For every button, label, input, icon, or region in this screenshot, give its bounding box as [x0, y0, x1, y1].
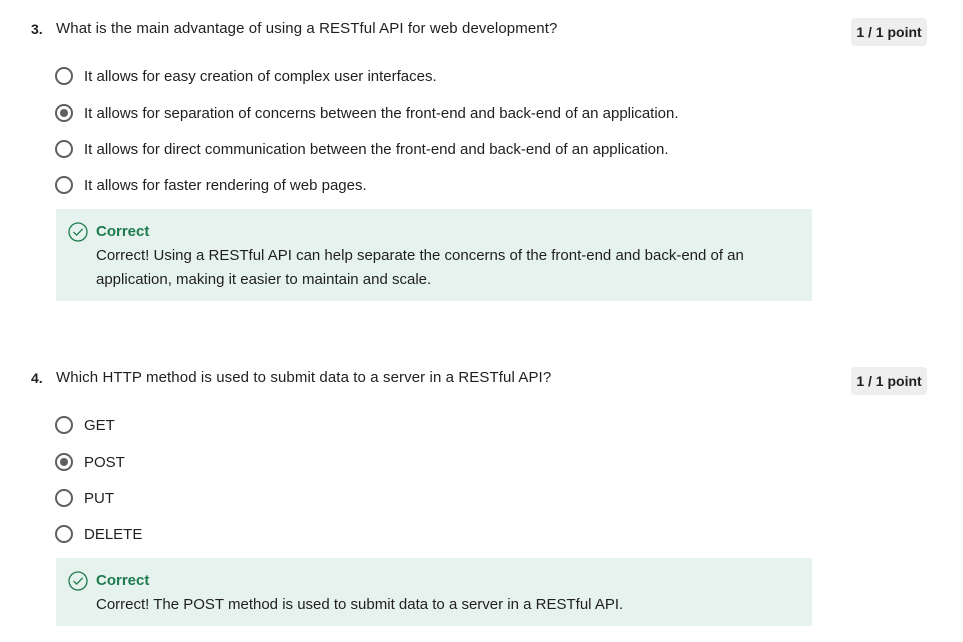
option-label: It allows for faster rendering of web pa…	[84, 176, 367, 194]
option-radio[interactable]: It allows for direct communication betwe…	[54, 137, 669, 161]
option-radio[interactable]: PUT	[54, 486, 114, 510]
check-circle-icon	[68, 571, 88, 591]
feedback-text: Correct! The POST method is used to subm…	[96, 596, 624, 613]
feedback-title: Correct	[96, 572, 150, 589]
points-badge: 1 / 1 point	[851, 18, 927, 46]
radio-button[interactable]	[55, 525, 73, 543]
question-text: What is the main advantage of using a RE…	[56, 20, 558, 37]
question-4: 4. Which HTTP method is used to submit d…	[0, 367, 963, 637]
option-radio[interactable]: POST	[54, 450, 125, 474]
option-radio[interactable]: DELETE	[54, 522, 142, 546]
radio-button[interactable]	[55, 176, 73, 194]
option-label: It allows for easy creation of complex u…	[84, 67, 437, 85]
option-label: POST	[84, 453, 125, 471]
option-radio[interactable]: GET	[54, 413, 115, 437]
option-radio[interactable]: It allows for faster rendering of web pa…	[54, 173, 367, 197]
feedback-panel: Correct Correct! The POST method is used…	[56, 558, 812, 626]
question-text: Which HTTP method is used to submit data…	[56, 369, 552, 386]
option-label: PUT	[84, 489, 114, 507]
question-3: 3. What is the main advantage of using a…	[0, 18, 963, 308]
check-circle-icon	[68, 222, 88, 242]
option-label: It allows for direct communication betwe…	[84, 140, 669, 158]
question-number: 3.	[31, 21, 43, 37]
option-radio[interactable]: It allows for easy creation of complex u…	[54, 64, 437, 88]
feedback-text: Correct! Using a RESTful API can help se…	[96, 247, 744, 288]
radio-button[interactable]	[55, 67, 73, 85]
option-label: It allows for separation of concerns bet…	[84, 104, 679, 122]
radio-button[interactable]	[55, 140, 73, 158]
radio-button[interactable]	[55, 489, 73, 507]
radio-button[interactable]	[55, 104, 73, 122]
radio-button[interactable]	[55, 416, 73, 434]
points-badge: 1 / 1 point	[851, 367, 927, 395]
radio-button[interactable]	[55, 453, 73, 471]
question-number: 4.	[31, 370, 43, 386]
feedback-title: Correct	[96, 223, 150, 240]
option-label: GET	[84, 416, 115, 434]
question-header: 4. Which HTTP method is used to submit d…	[0, 367, 963, 397]
option-radio[interactable]: It allows for separation of concerns bet…	[54, 101, 679, 125]
feedback-panel: Correct Correct! Using a RESTful API can…	[56, 209, 812, 301]
question-header: 3. What is the main advantage of using a…	[0, 18, 963, 48]
option-label: DELETE	[84, 525, 143, 543]
